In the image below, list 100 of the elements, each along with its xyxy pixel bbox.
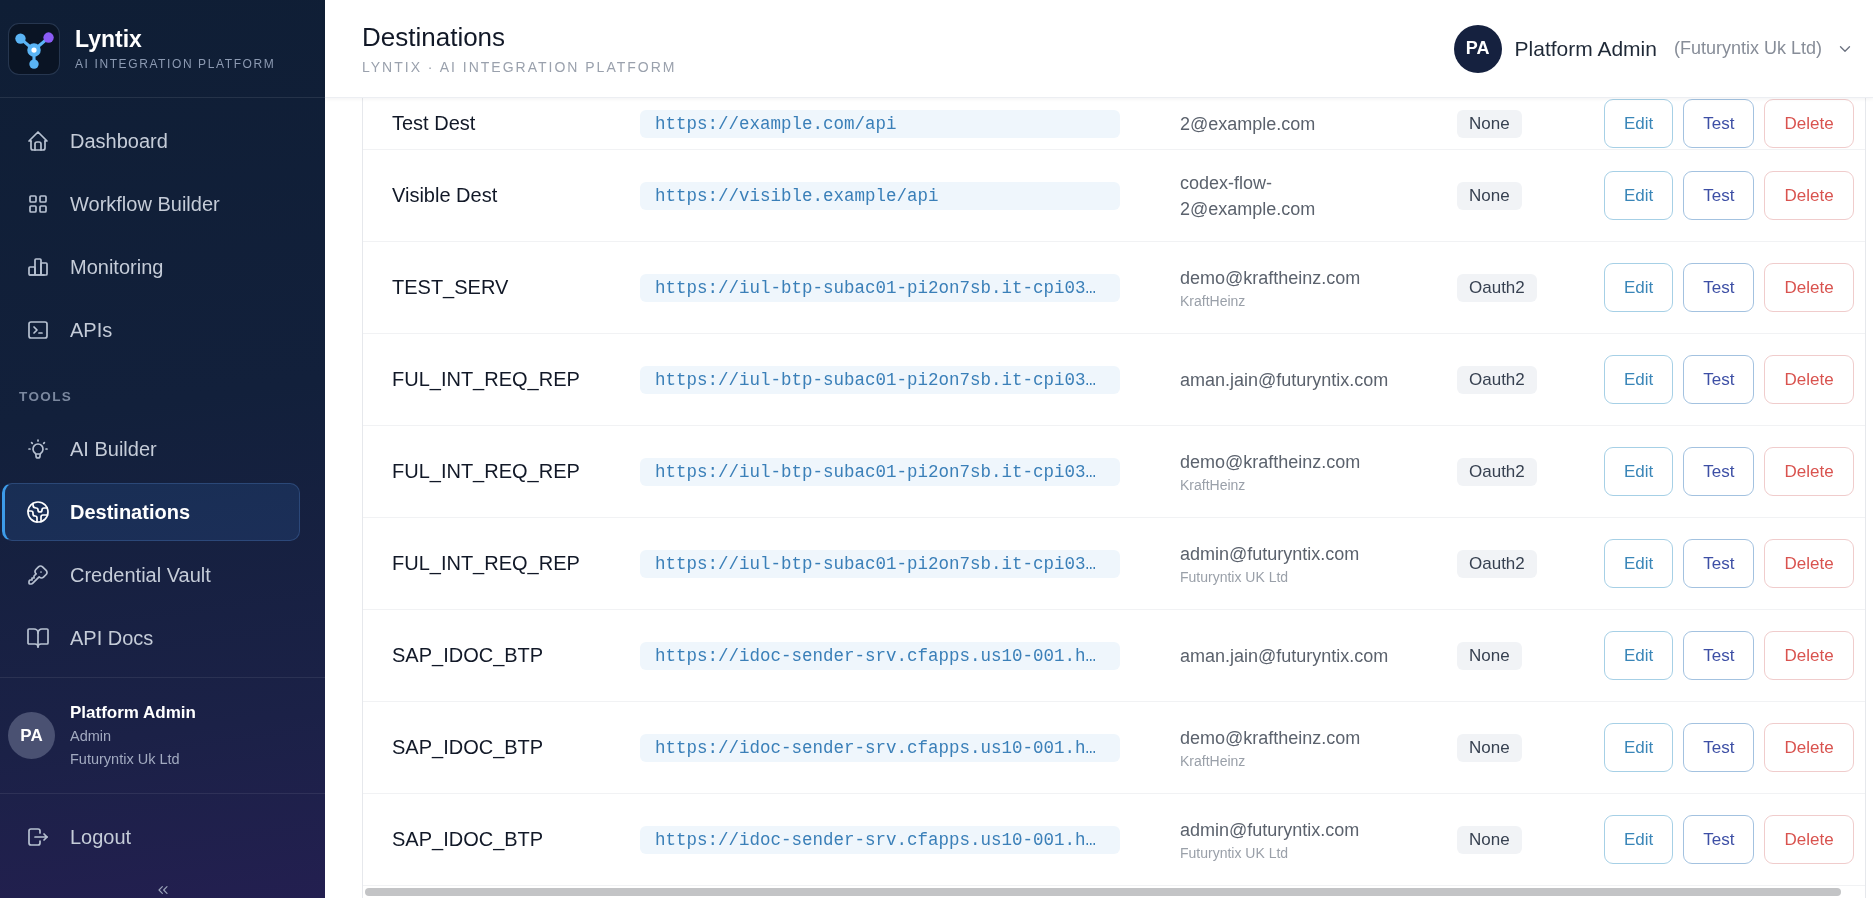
destination-name: SAP_IDOC_BTP	[392, 644, 544, 667]
user-organization: Futuryntix Uk Ltd	[70, 749, 180, 769]
delete-button[interactable]: Delete	[1764, 447, 1854, 496]
book-icon	[26, 626, 50, 650]
auth-badge: Oauth2	[1457, 457, 1537, 486]
test-button[interactable]: Test	[1683, 355, 1755, 404]
owner-organization: Futuryntix UK Ltd	[1180, 567, 1289, 587]
owner-organization: KraftHeinz	[1180, 291, 1246, 311]
sidebar-nav-item[interactable]: APIs	[2, 301, 300, 359]
page-subtitle: LYNTIX · AI INTEGRATION PLATFORM	[362, 57, 677, 76]
destination-url: https://visible.example/api	[640, 181, 1120, 210]
brand-name: Lyntix	[75, 25, 143, 52]
sidebar-nav-item[interactable]: Destinations	[2, 483, 300, 541]
delete-button[interactable]: Delete	[1764, 815, 1854, 864]
destination-url: https://idoc-sender-srv.cfapps.us10-001.h…	[640, 825, 1120, 854]
owner-email: demo@kraftheinz.com	[1180, 450, 1361, 474]
delete-button[interactable]: Delete	[1764, 539, 1854, 588]
delete-button[interactable]: Delete	[1764, 631, 1854, 680]
key-icon	[26, 563, 50, 587]
logout-icon	[26, 825, 50, 849]
page-title: Destinations	[362, 21, 506, 52]
auth-badge: Oauth2	[1457, 549, 1537, 578]
horizontal-scrollbar[interactable]	[365, 888, 1841, 896]
test-button[interactable]: Test	[1683, 815, 1755, 864]
destination-name: SAP_IDOC_BTP	[392, 736, 544, 759]
sidebar-nav-item[interactable]: Credential Vault	[2, 546, 300, 604]
owner-organization: KraftHeinz	[1180, 751, 1246, 771]
owner-email: demo@kraftheinz.com	[1180, 266, 1361, 290]
auth-badge: None	[1457, 641, 1522, 670]
delete-button[interactable]: Delete	[1764, 171, 1854, 220]
edit-button[interactable]: Edit	[1604, 723, 1674, 772]
destination-url: https://idoc-sender-srv.cfapps.us10-001.h…	[640, 641, 1120, 670]
owner-email: codex-flow- 2@example.com	[1180, 171, 1316, 221]
auth-badge: Oauth2	[1457, 365, 1537, 394]
edit-button[interactable]: Edit	[1604, 631, 1674, 680]
owner-email: admin@futuryntix.com	[1180, 542, 1360, 566]
test-button[interactable]: Test	[1683, 631, 1755, 680]
user-name: Platform Admin	[1514, 36, 1657, 61]
auth-badge: None	[1457, 825, 1522, 854]
edit-button[interactable]: Edit	[1604, 355, 1674, 404]
sidebar-nav-item[interactable]: Workflow Builder	[2, 175, 300, 233]
auth-badge: Oauth2	[1457, 273, 1537, 302]
test-button[interactable]: Test	[1683, 539, 1755, 588]
user-avatar: PA	[1453, 24, 1502, 73]
edit-button[interactable]: Edit	[1604, 447, 1674, 496]
edit-button[interactable]: Edit	[1604, 815, 1674, 864]
test-button[interactable]: Test	[1683, 447, 1755, 496]
auth-badge: None	[1457, 109, 1522, 138]
lightbulb-icon	[26, 437, 50, 461]
destination-name: TEST_SERV	[392, 276, 509, 299]
auth-badge: None	[1457, 181, 1522, 210]
edit-button[interactable]: Edit	[1604, 171, 1674, 220]
sidebar-nav-item[interactable]: AI Builder	[2, 420, 300, 478]
test-button[interactable]: Test	[1683, 99, 1755, 148]
owner-organization: KraftHeinz	[1180, 475, 1246, 495]
edit-button[interactable]: Edit	[1604, 99, 1674, 148]
bar-chart-icon	[26, 255, 50, 279]
test-button[interactable]: Test	[1683, 171, 1755, 220]
delete-button[interactable]: Delete	[1764, 99, 1854, 148]
sidebar-nav-item[interactable]: Monitoring	[2, 238, 300, 296]
destination-url: https://iul-btp-subac01-pi2on7sb.it-cpi03…	[640, 549, 1120, 578]
owner-email: demo@kraftheinz.com	[1180, 726, 1361, 750]
destination-name: FUL_INT_REQ_REP	[392, 460, 580, 483]
destination-name: FUL_INT_REQ_REP	[392, 368, 580, 391]
destination-name: Test Dest	[392, 112, 476, 135]
user-organization: (Futuryntix Uk Ltd)	[1673, 38, 1822, 59]
destination-name: Visible Dest	[392, 184, 498, 207]
destination-url: https://idoc-sender-srv.cfapps.us10-001.h…	[640, 733, 1120, 762]
auth-badge: None	[1457, 733, 1522, 762]
destination-url: https://example.com/api	[640, 109, 1120, 138]
sidebar-nav-item[interactable]: API Docs	[2, 609, 300, 667]
sidebar-nav-item[interactable]: Dashboard	[2, 112, 300, 170]
edit-button[interactable]: Edit	[1604, 539, 1674, 588]
delete-button[interactable]: Delete	[1764, 355, 1854, 404]
destination-url: https://iul-btp-subac01-pi2on7sb.it-cpi03…	[640, 273, 1120, 302]
owner-email: 2@example.com	[1180, 112, 1316, 136]
logout-button[interactable]: Logout	[2, 808, 300, 866]
delete-button[interactable]: Delete	[1764, 263, 1854, 312]
user-role: Admin	[70, 726, 112, 746]
owner-organization: Futuryntix UK Ltd	[1180, 843, 1289, 863]
destination-url: https://iul-btp-subac01-pi2on7sb.it-cpi03…	[640, 457, 1120, 486]
owner-email: aman.jain@futuryntix.com	[1180, 368, 1389, 392]
user-name: Platform Admin	[70, 701, 196, 724]
edit-button[interactable]: Edit	[1604, 263, 1674, 312]
section-heading: TOOLS	[19, 389, 73, 405]
owner-email: admin@futuryntix.com	[1180, 818, 1360, 842]
user-avatar: PA	[8, 712, 55, 759]
test-button[interactable]: Test	[1683, 723, 1755, 772]
grid-icon	[26, 192, 50, 216]
globe-icon	[26, 500, 50, 524]
terminal-icon	[26, 318, 50, 342]
destination-name: SAP_IDOC_BTP	[392, 828, 544, 851]
owner-email: aman.jain@futuryntix.com	[1180, 644, 1389, 668]
brand-tagline: AI INTEGRATION PLATFORM	[75, 56, 276, 72]
test-button[interactable]: Test	[1683, 263, 1755, 312]
delete-button[interactable]: Delete	[1764, 723, 1854, 772]
destination-url: https://iul-btp-subac01-pi2on7sb.it-cpi03…	[640, 365, 1120, 394]
home-icon	[26, 129, 50, 153]
network-logo-icon	[8, 22, 60, 75]
destination-name: FUL_INT_REQ_REP	[392, 552, 580, 575]
